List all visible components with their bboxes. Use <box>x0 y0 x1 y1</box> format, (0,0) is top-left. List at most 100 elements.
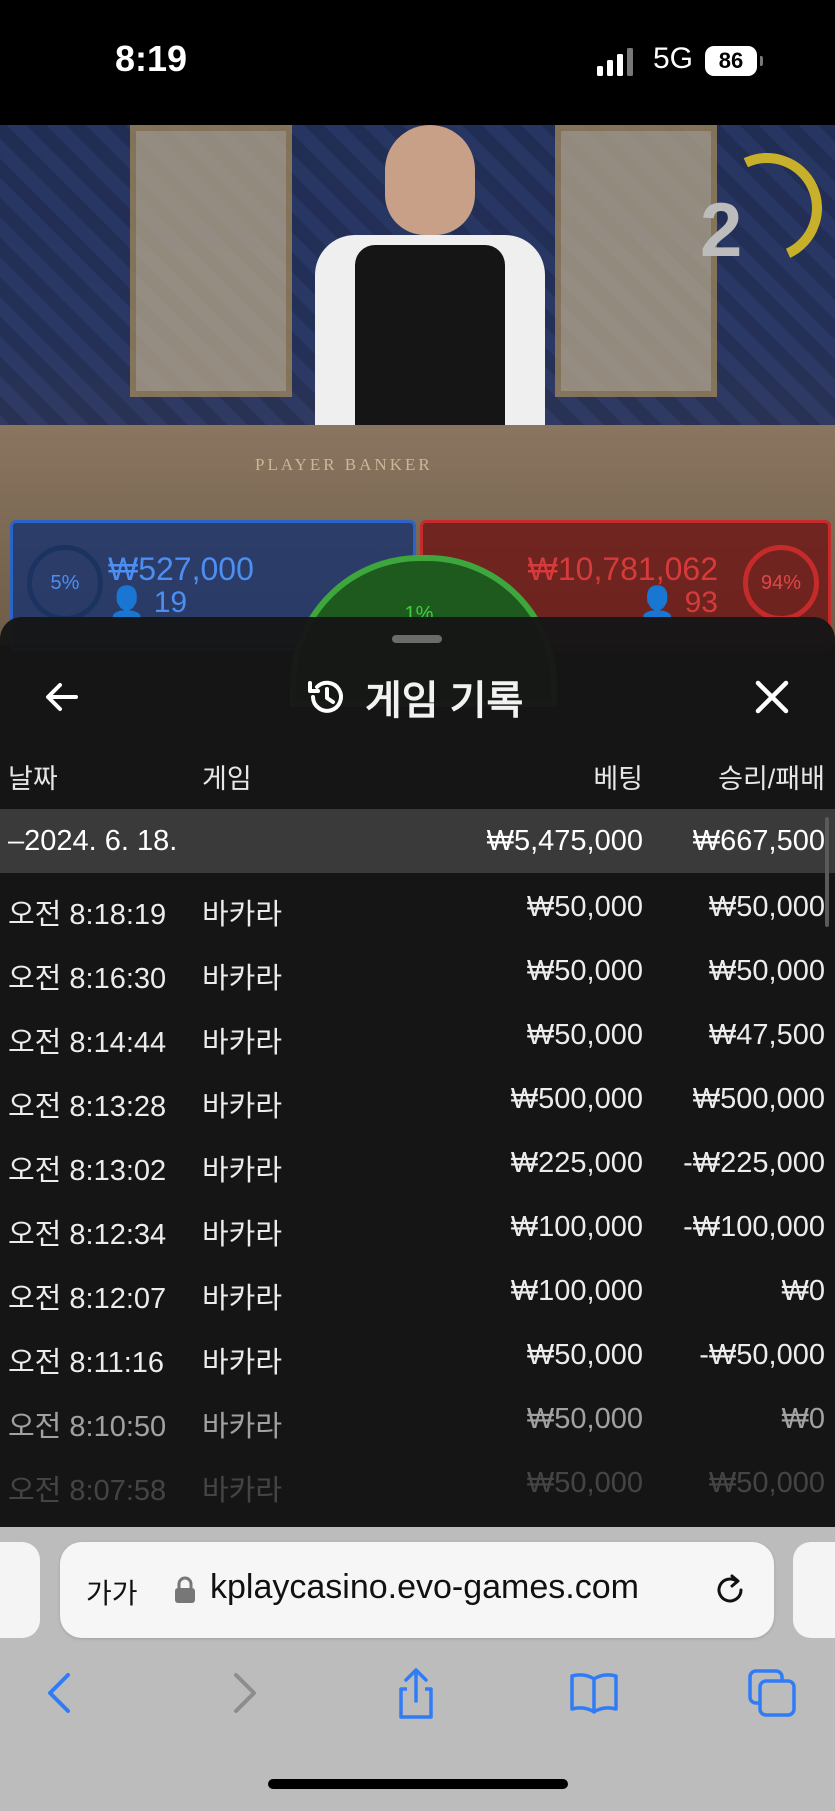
dealer-head <box>385 125 475 235</box>
dealer-vest <box>355 245 505 425</box>
row-bet: ₩225,000 <box>510 1147 643 1179</box>
history-row[interactable]: 오전 8:07:58 바카라 ₩50,000 ₩50,000 <box>0 1449 835 1513</box>
row-game: 바카라 <box>202 1283 283 1315</box>
group-date: –2024. 6. 18. <box>8 825 178 857</box>
browser-toolbar: 가가 kplaycasino.evo-games.com <box>0 1527 835 1811</box>
close-icon[interactable] <box>750 675 794 719</box>
history-row[interactable]: 오전 8:12:07 바카라 ₩100,000 ₩0 <box>0 1257 835 1321</box>
row-game: 바카라 <box>202 899 283 931</box>
history-row[interactable]: 오전 8:13:28 바카라 ₩500,000 ₩500,000 <box>0 1065 835 1129</box>
row-result: ₩0 <box>781 1275 826 1307</box>
history-row[interactable]: 오전 8:12:34 바카라 ₩100,000 -₩100,000 <box>0 1193 835 1257</box>
row-time: 오전 8:13:02 <box>8 1155 167 1187</box>
bookmarks-icon[interactable] <box>566 1665 622 1721</box>
player-count: 👤 19 <box>108 586 188 619</box>
previous-tab-preview[interactable] <box>0 1542 40 1638</box>
row-time: 오전 8:11:16 <box>8 1347 165 1379</box>
row-bet: ₩50,000 <box>526 955 643 987</box>
player-count-value: 19 <box>153 586 188 619</box>
row-time: 오전 8:14:44 <box>8 1027 167 1059</box>
player-percent: 5% <box>27 545 103 621</box>
history-row[interactable]: 오전 8:16:30 바카라 ₩50,000 ₩50,000 <box>0 937 835 1001</box>
network-label: 5G <box>653 42 694 75</box>
row-game: 바카라 <box>202 1155 283 1187</box>
address-bar[interactable]: 가가 kplaycasino.evo-games.com <box>60 1542 774 1638</box>
forward-icon[interactable] <box>214 1665 270 1721</box>
banker-percent: 94% <box>743 545 819 621</box>
panel-header: 게임 기록 <box>0 657 835 737</box>
history-row[interactable]: 오전 8:10:50 바카라 ₩50,000 ₩0 <box>0 1385 835 1449</box>
url-text[interactable]: kplaycasino.evo-games.com <box>210 1568 639 1607</box>
row-game: 바카라 <box>202 1219 283 1251</box>
row-game: 바카라 <box>202 1347 283 1379</box>
row-result: ₩50,000 <box>708 955 825 987</box>
history-list: 오전 8:18:19 바카라 ₩50,000 ₩50,000 오전 8:16:3… <box>0 873 835 1513</box>
row-game: 바카라 <box>202 1027 283 1059</box>
history-row[interactable]: 오전 8:13:02 바카라 ₩225,000 -₩225,000 <box>0 1129 835 1193</box>
game-history-panel: 게임 기록 날짜 게임 베팅 승리/패배 –2024. 6. 18. ₩5,47… <box>0 617 835 1527</box>
status-time: 8:19 <box>115 38 188 79</box>
panel-title-group: 게임 기록 <box>305 669 523 725</box>
banker-amount: ₩10,781,062 <box>527 551 718 587</box>
status-bar: 8:19 5G 86 <box>0 0 835 125</box>
back-arrow-icon[interactable] <box>40 675 84 719</box>
table-label: PLAYER BANKER <box>255 455 433 474</box>
player-amount: ₩527,000 <box>108 551 254 587</box>
history-icon <box>308 680 343 713</box>
row-bet: ₩50,000 <box>526 891 643 923</box>
column-win-loss[interactable]: 승리/패배 <box>718 757 825 796</box>
row-time: 오전 8:12:34 <box>8 1219 167 1251</box>
row-time: 오전 8:07:58 <box>8 1475 167 1507</box>
history-row[interactable]: 오전 8:18:19 바카라 ₩50,000 ₩50,000 <box>0 873 835 937</box>
column-date[interactable]: 날짜 <box>8 757 58 796</box>
row-bet: ₩100,000 <box>510 1211 643 1243</box>
row-bet: ₩50,000 <box>526 1467 643 1499</box>
row-result: -₩50,000 <box>699 1339 825 1371</box>
battery-icon: 86 <box>705 46 763 76</box>
row-game: 바카라 <box>202 963 283 995</box>
wall-frame <box>555 125 717 397</box>
row-time: 오전 8:12:07 <box>8 1283 167 1315</box>
row-result: ₩50,000 <box>708 1467 825 1499</box>
countdown-timer: 2 <box>700 188 743 273</box>
panel-title: 게임 기록 <box>365 679 524 723</box>
group-total-win: ₩667,500 <box>692 825 825 857</box>
tabs-icon[interactable] <box>744 1665 800 1721</box>
row-result: ₩47,500 <box>708 1019 825 1051</box>
back-icon[interactable] <box>34 1665 90 1721</box>
row-game: 바카라 <box>202 1411 283 1443</box>
signal-icon <box>597 48 633 76</box>
row-result: -₩100,000 <box>683 1211 825 1243</box>
drag-handle[interactable] <box>392 635 442 643</box>
row-time: 오전 8:10:50 <box>8 1411 167 1443</box>
row-result: ₩0 <box>781 1403 826 1435</box>
banker-count-value: 93 <box>684 586 718 619</box>
row-bet: ₩50,000 <box>526 1019 643 1051</box>
row-game: 바카라 <box>202 1091 283 1123</box>
lock-icon <box>175 1576 195 1603</box>
row-bet: ₩50,000 <box>526 1339 643 1371</box>
column-game[interactable]: 게임 <box>202 757 252 796</box>
row-bet: ₩100,000 <box>510 1275 643 1307</box>
history-row[interactable]: 오전 8:11:16 바카라 ₩50,000 -₩50,000 <box>0 1321 835 1385</box>
reload-icon[interactable] <box>710 1570 750 1610</box>
next-tab-preview[interactable] <box>793 1542 835 1638</box>
row-bet: ₩500,000 <box>510 1083 643 1115</box>
row-time: 오전 8:13:28 <box>8 1091 167 1123</box>
row-game: 바카라 <box>202 1475 283 1507</box>
row-result: ₩50,000 <box>708 891 825 923</box>
banker-count: 👤 93 <box>638 586 718 619</box>
row-result: -₩225,000 <box>683 1147 825 1179</box>
date-group-row[interactable]: –2024. 6. 18. ₩5,475,000 ₩667,500 <box>0 809 835 873</box>
share-icon[interactable] <box>388 1665 444 1721</box>
column-bet[interactable]: 베팅 <box>593 757 643 796</box>
scrollbar[interactable] <box>825 817 829 927</box>
row-result: ₩500,000 <box>692 1083 825 1115</box>
home-indicator[interactable] <box>268 1779 568 1789</box>
row-bet: ₩50,000 <box>526 1403 643 1435</box>
history-row[interactable]: 오전 8:14:44 바카라 ₩50,000 ₩47,500 <box>0 1001 835 1065</box>
text-size-button[interactable]: 가가 <box>86 1572 138 1612</box>
group-total-bet: ₩5,475,000 <box>486 825 643 857</box>
wall-frame <box>130 125 292 397</box>
row-time: 오전 8:18:19 <box>8 899 167 931</box>
